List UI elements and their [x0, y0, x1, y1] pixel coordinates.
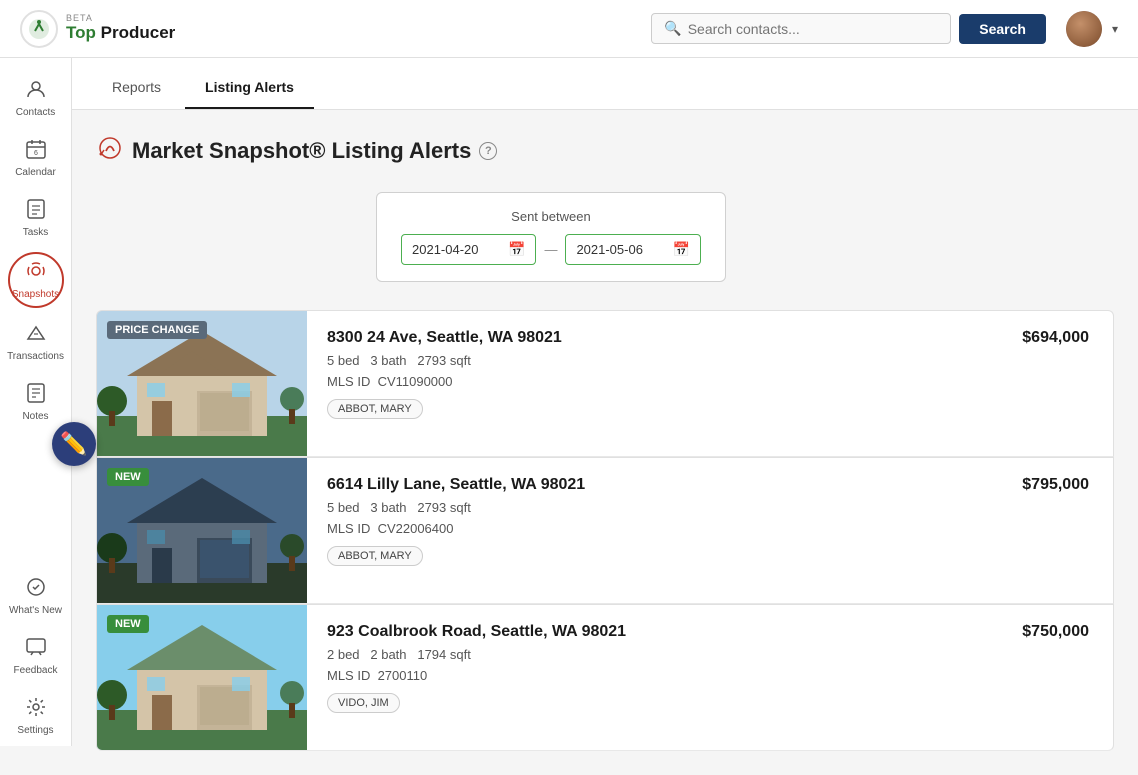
listing-contact[interactable]: ABBOT, MARY: [327, 399, 423, 419]
listing-details: 2 bed 2 bath 1794 sqft: [327, 647, 978, 662]
logo-icon: [20, 10, 58, 48]
date-inputs: 📅 — 📅: [401, 234, 701, 265]
listing-address: 6614 Lilly Lane, Seattle, WA 98021: [327, 476, 978, 494]
listing-image: NEW: [97, 605, 307, 750]
listing-mls: MLS ID 2700110: [327, 668, 978, 683]
snapshots-label: Snapshots: [12, 289, 59, 300]
notes-icon: [25, 382, 47, 408]
search-input-wrap[interactable]: 🔍: [651, 13, 951, 44]
whats-new-icon: [25, 576, 47, 602]
sidebar-item-whats-new[interactable]: What's New: [0, 568, 71, 624]
feedback-icon: [25, 636, 47, 662]
calendar-to-icon: 📅: [672, 241, 689, 258]
transactions-label: Transactions: [7, 351, 64, 362]
avatar-caret-icon: ▾: [1112, 22, 1118, 36]
tasks-label: Tasks: [23, 227, 49, 238]
tab-listing-alerts[interactable]: Listing Alerts: [185, 65, 314, 109]
listing-badge: NEW: [107, 468, 149, 486]
date-filter: Sent between 📅 — 📅: [376, 192, 726, 282]
logo-area: BETA Top Producer: [20, 10, 175, 48]
tabs-bar: Reports Listing Alerts: [72, 58, 1138, 110]
sidebar-item-settings[interactable]: Settings: [0, 688, 71, 744]
listing-details: 5 bed 3 bath 2793 sqft: [327, 500, 978, 515]
sidebar-item-contacts[interactable]: Contacts: [0, 70, 71, 126]
calendar-label: Calendar: [15, 167, 56, 178]
contacts-label: Contacts: [16, 107, 55, 118]
listing-details: 5 bed 3 bath 2793 sqft: [327, 353, 978, 368]
listing-info: 6614 Lilly Lane, Seattle, WA 98021 5 bed…: [307, 458, 998, 603]
tab-reports[interactable]: Reports: [92, 65, 181, 109]
date-to-wrap[interactable]: 📅: [565, 234, 700, 265]
search-area: 🔍 Search ▾: [651, 11, 1118, 47]
settings-label: Settings: [17, 725, 53, 736]
sidebar-item-notes[interactable]: Notes: [0, 374, 71, 430]
sidebar-item-feedback[interactable]: Feedback: [0, 628, 71, 684]
date-separator: —: [544, 242, 557, 257]
help-icon[interactable]: ?: [479, 142, 497, 160]
listing-price: $795,000: [998, 458, 1113, 603]
sidebar-item-tasks[interactable]: Tasks: [0, 190, 71, 246]
listing-address: 8300 24 Ave, Seattle, WA 98021: [327, 329, 978, 347]
svg-text:6: 6: [34, 150, 38, 157]
search-input[interactable]: [688, 21, 939, 37]
date-from-wrap[interactable]: 📅: [401, 234, 536, 265]
search-icon: 🔍: [664, 20, 681, 37]
logo-text: BETA Top Producer: [66, 14, 175, 43]
listing-contact[interactable]: ABBOT, MARY: [327, 546, 423, 566]
whats-new-label: What's New: [9, 605, 62, 616]
listing-address: 923 Coalbrook Road, Seattle, WA 98021: [327, 623, 978, 641]
listing-info: 8300 24 Ave, Seattle, WA 98021 5 bed 3 b…: [307, 311, 998, 456]
search-button[interactable]: Search: [959, 14, 1046, 44]
listing-mls: MLS ID CV22006400: [327, 521, 978, 536]
listing-card[interactable]: PRICE CHANGE 8300 24 Ave, Seattle, WA 98…: [96, 310, 1114, 457]
page-title-text: Market Snapshot® Listing Alerts: [132, 138, 471, 164]
transactions-icon: [25, 322, 47, 348]
listing-image: NEW: [97, 458, 307, 603]
avatar-image: [1066, 11, 1102, 47]
sidebar-item-calendar[interactable]: 6 Calendar: [0, 130, 71, 186]
sidebar-item-transactions[interactable]: Transactions: [0, 314, 71, 370]
avatar[interactable]: [1066, 11, 1102, 47]
snapshots-icon: [25, 260, 47, 287]
date-to-input[interactable]: [576, 242, 666, 257]
listing-price: $694,000: [998, 311, 1113, 456]
content-area: Market Snapshot® Listing Alerts ? Sent b…: [72, 110, 1138, 775]
calendar-from-icon: 📅: [508, 241, 525, 258]
logo-brand-name: Top Producer: [66, 24, 175, 43]
sidebar-item-snapshots[interactable]: Snapshots: [8, 252, 64, 308]
listing-card[interactable]: NEW 6614 Lilly Lane, Seattle, WA 98021 5…: [96, 457, 1114, 604]
listing-image: PRICE CHANGE: [97, 311, 307, 456]
listing-badge: NEW: [107, 615, 149, 633]
topbar: BETA Top Producer 🔍 Search ▾: [0, 0, 1138, 58]
tasks-icon: [25, 198, 47, 224]
fab-button[interactable]: ✏️: [52, 422, 96, 466]
listings-list: PRICE CHANGE 8300 24 Ave, Seattle, WA 98…: [96, 310, 1114, 751]
listing-contact[interactable]: VIDO, JIM: [327, 693, 400, 713]
title-icon: [96, 134, 124, 168]
listing-mls: MLS ID CV11090000: [327, 374, 978, 389]
settings-icon: [25, 696, 47, 722]
listing-card[interactable]: NEW 923 Coalbrook Road, Seattle, WA 9802…: [96, 604, 1114, 751]
notes-label: Notes: [22, 411, 48, 422]
page-title: Market Snapshot® Listing Alerts ?: [96, 134, 1114, 168]
feedback-label: Feedback: [14, 665, 58, 676]
main-content: Reports Listing Alerts Market Snapshot® …: [72, 58, 1138, 775]
listing-info: 923 Coalbrook Road, Seattle, WA 98021 2 …: [307, 605, 998, 750]
contacts-icon: [25, 78, 47, 104]
sidebar: Contacts 6 Calendar Tasks: [0, 58, 72, 746]
listing-price: $750,000: [998, 605, 1113, 750]
listing-badge: PRICE CHANGE: [107, 321, 207, 339]
date-from-input[interactable]: [412, 242, 502, 257]
calendar-icon: 6: [25, 138, 47, 164]
date-filter-label: Sent between: [511, 209, 591, 224]
